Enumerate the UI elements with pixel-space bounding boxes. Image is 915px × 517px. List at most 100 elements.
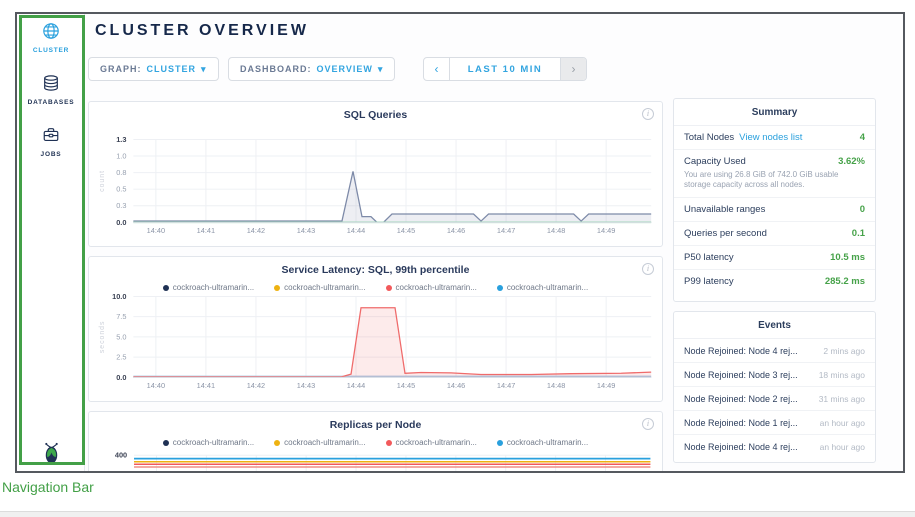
info-icon[interactable] <box>642 263 654 275</box>
info-icon[interactable] <box>642 108 654 120</box>
graph-dropdown-value: CLUSTER <box>147 64 197 74</box>
event-text: Node Rejoined: Node 1 rej... <box>684 418 798 428</box>
svg-text:14:40: 14:40 <box>147 381 165 390</box>
legend-label: cockroach-ultramarin... <box>284 283 365 292</box>
capacity-used-description: You are using 26.8 GiB of 742.0 GiB usab… <box>684 170 865 191</box>
bottom-strip <box>0 511 915 517</box>
chart-legend: cockroach-ultramarin... cockroach-ultrama… <box>89 438 662 447</box>
legend-dot-icon <box>386 285 392 291</box>
legend-item[interactable]: cockroach-ultramarin... <box>386 438 477 447</box>
event-text: Node Rejoined: Node 4 rej... <box>684 346 798 356</box>
sidebar-item-label: DATABASES <box>17 99 85 106</box>
summary-row-label: Total Nodes <box>684 132 734 143</box>
summary-row-label: P99 latency <box>684 276 734 287</box>
event-rows: Node Rejoined: Node 4 rej...2 mins agoNo… <box>674 339 875 458</box>
summary-row-value: 4 <box>860 132 865 143</box>
events-panel: Events Node Rejoined: Node 4 rej... 2 min… <box>673 311 876 463</box>
event-text: Node Rejoined: Node 2 rej... <box>684 394 798 404</box>
event-time: 18 mins ago <box>819 370 865 380</box>
svg-text:14:48: 14:48 <box>547 226 565 235</box>
svg-text:10.0: 10.0 <box>112 292 126 301</box>
event-row[interactable]: Node Rejoined: Node 2 rej... 31 mins ago <box>674 387 875 411</box>
app-window: CLUSTER DATABASES JOBS <box>15 12 905 473</box>
sql-queries-chart[interactable]: 1.31.00.80.50.30.014:4014:4114:4214:4314… <box>89 102 662 246</box>
service-latency-chart[interactable]: 10.07.55.02.50.014:4014:4114:4214:4314:4… <box>89 257 662 401</box>
svg-text:14:43: 14:43 <box>297 381 315 390</box>
legend-label: cockroach-ultramarin... <box>173 438 254 447</box>
legend-item[interactable]: cockroach-ultramarin... <box>497 438 588 447</box>
event-time: an hour ago <box>820 418 865 428</box>
svg-text:14:49: 14:49 <box>597 381 615 390</box>
event-row[interactable]: Node Rejoined: Node 1 rej... an hour ago <box>674 411 875 435</box>
summary-row-label: P50 latency <box>684 252 734 263</box>
legend-item[interactable]: cockroach-ultramarin... <box>386 283 477 292</box>
info-icon[interactable] <box>642 418 654 430</box>
graph-dropdown[interactable]: GRAPH: CLUSTER <box>88 57 219 81</box>
legend-dot-icon <box>386 440 392 446</box>
legend-item[interactable]: cockroach-ultramarin... <box>274 283 365 292</box>
summary-row: Queries per second 0.1 <box>674 222 875 246</box>
svg-text:14:44: 14:44 <box>347 381 365 390</box>
briefcase-icon <box>42 131 60 148</box>
summary-row: Capacity Used 3.62% You are using 26.8 GiB… <box>674 150 875 198</box>
chart-title: Replicas per Node <box>89 419 662 431</box>
page-title: CLUSTER OVERVIEW <box>95 22 309 40</box>
time-range-next-button[interactable] <box>560 58 586 80</box>
legend-dot-icon <box>274 440 280 446</box>
svg-text:14:49: 14:49 <box>597 226 615 235</box>
event-row[interactable]: Node Rejoined: Node 3 rej... 18 mins ago <box>674 363 875 387</box>
event-time: 31 mins ago <box>819 394 865 404</box>
sidebar-item-cluster[interactable]: CLUSTER <box>17 22 85 54</box>
event-text: Node Rejoined: Node 4 rej... <box>684 442 798 452</box>
dashboard-dropdown-value: OVERVIEW <box>317 64 373 74</box>
svg-text:7.5: 7.5 <box>116 312 126 321</box>
legend-label: cockroach-ultramarin... <box>396 283 477 292</box>
svg-text:14:43: 14:43 <box>297 226 315 235</box>
svg-text:seconds: seconds <box>99 321 106 354</box>
svg-text:2.5: 2.5 <box>116 353 126 362</box>
sidebar-item-label: JOBS <box>17 151 85 158</box>
summary-panel: Summary Total Nodes View nodes list 4 Capac… <box>673 98 876 302</box>
legend-item[interactable]: cockroach-ultramarin... <box>497 283 588 292</box>
svg-text:0.0: 0.0 <box>116 218 126 227</box>
time-range-label: LAST 10 MIN <box>450 58 560 80</box>
sidebar-item-databases[interactable]: DATABASES <box>17 74 85 106</box>
summary-row: P50 latency10.5 ms <box>674 246 875 270</box>
svg-text:0.3: 0.3 <box>116 201 126 210</box>
legend-label: cockroach-ultramarin... <box>507 283 588 292</box>
legend-item[interactable]: cockroach-ultramarin... <box>163 438 254 447</box>
legend-dot-icon <box>274 285 280 291</box>
summary-row-label: Capacity Used <box>684 156 746 167</box>
event-time: 2 mins ago <box>823 346 865 356</box>
cockroachdb-logo[interactable] <box>17 440 85 470</box>
chart-legend: cockroach-ultramarin... cockroach-ultrama… <box>89 283 662 292</box>
summary-row-label: Queries per second <box>684 228 767 239</box>
legend-label: cockroach-ultramarin... <box>396 438 477 447</box>
time-range-prev-button[interactable] <box>424 58 450 80</box>
svg-text:14:45: 14:45 <box>397 381 415 390</box>
summary-row: Unavailable ranges0 <box>674 198 875 222</box>
event-text: Node Rejoined: Node 3 rej... <box>684 370 798 380</box>
legend-dot-icon <box>497 440 503 446</box>
replicas-per-node-panel: 40014:4014:4114:4214:4314:4414:4514:4614… <box>88 411 663 473</box>
summary-row-value: 3.62% <box>838 156 865 167</box>
chart-title: Service Latency: SQL, 99th percentile <box>89 264 662 276</box>
view-nodes-list-link[interactable]: View nodes list <box>739 132 802 143</box>
summary-title: Summary <box>674 99 875 126</box>
chevron-down-icon <box>378 64 384 75</box>
svg-text:14:46: 14:46 <box>447 226 465 235</box>
globe-icon <box>42 27 60 44</box>
events-title: Events <box>674 312 875 339</box>
dashboard-dropdown[interactable]: DASHBOARD: OVERVIEW <box>228 57 395 81</box>
event-row[interactable]: Node Rejoined: Node 4 rej... 2 mins ago <box>674 339 875 363</box>
legend-item[interactable]: cockroach-ultramarin... <box>274 438 365 447</box>
event-row[interactable]: Node Rejoined: Node 4 rej...an hour ago <box>674 435 875 458</box>
svg-text:14:42: 14:42 <box>247 381 265 390</box>
svg-text:14:40: 14:40 <box>147 226 165 235</box>
summary-row-value: 0.1 <box>852 228 865 239</box>
svg-text:1.3: 1.3 <box>116 135 126 144</box>
svg-text:14:41: 14:41 <box>197 226 215 235</box>
sidebar-item-label: CLUSTER <box>17 47 85 54</box>
sidebar-item-jobs[interactable]: JOBS <box>17 126 85 158</box>
legend-item[interactable]: cockroach-ultramarin... <box>163 283 254 292</box>
